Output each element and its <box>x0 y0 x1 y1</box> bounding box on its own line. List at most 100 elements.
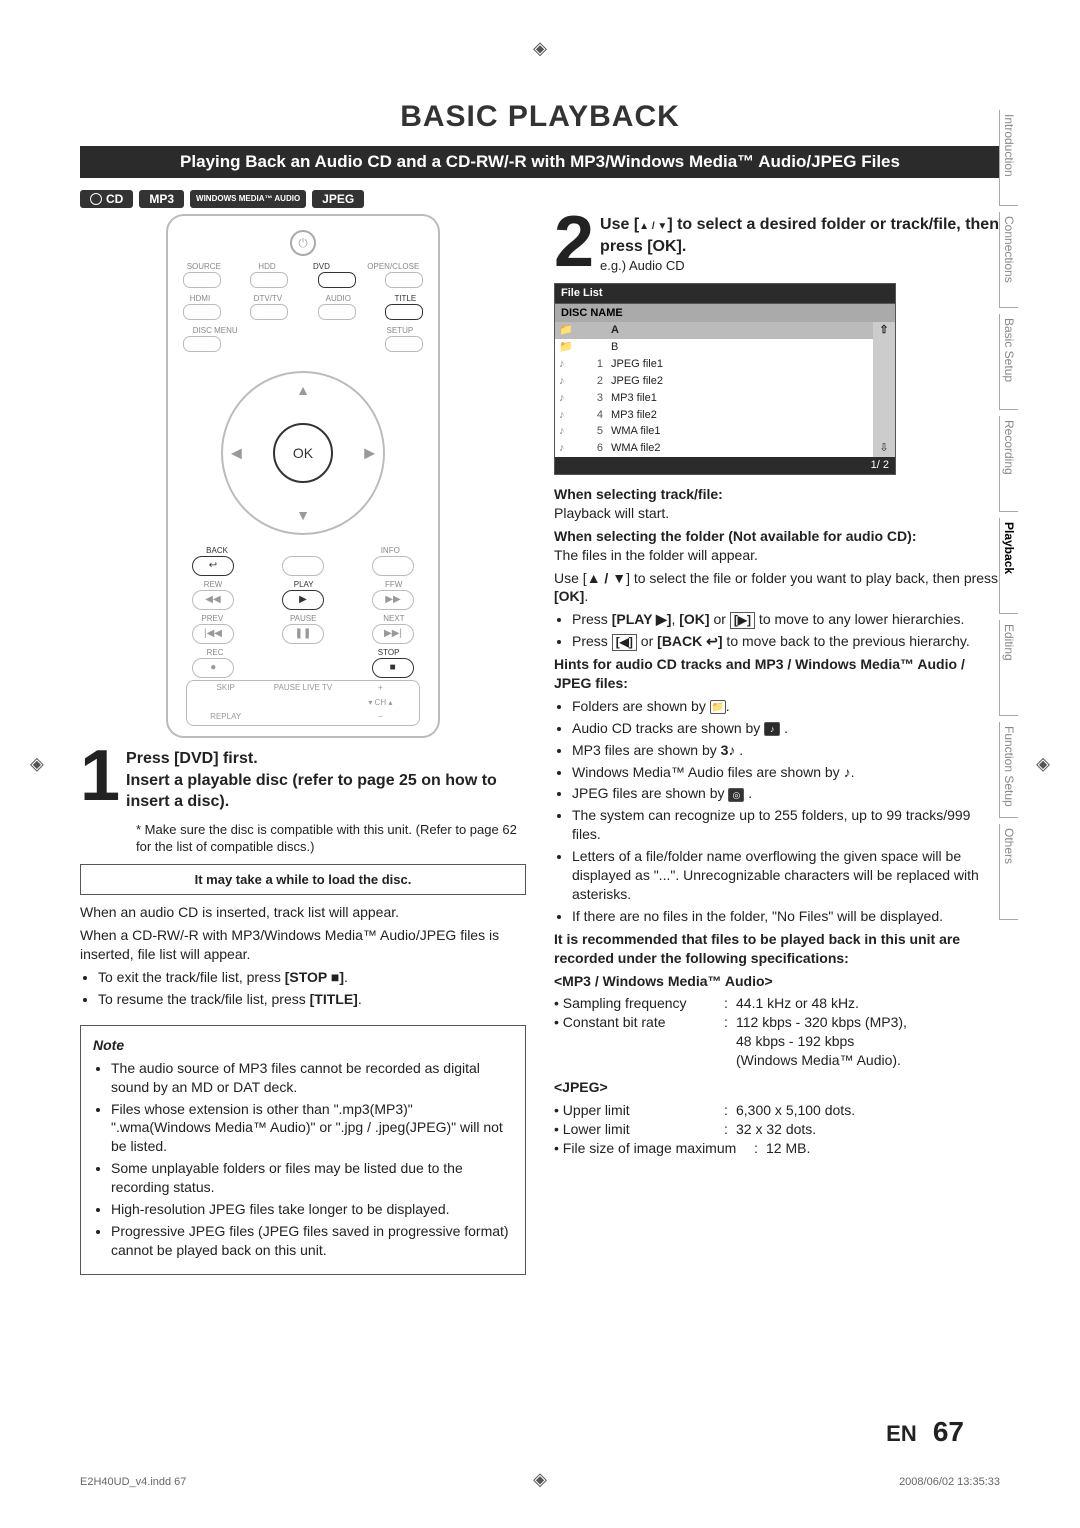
footer-right: 2008/06/02 13:35:33 <box>899 1476 1000 1488</box>
tab-playback: Playback <box>999 518 1018 614</box>
badge-mp3: MP3 <box>139 190 184 208</box>
subhead: It is recommended that files to be playe… <box>554 931 960 966</box>
subhead: Hints for audio CD tracks and MP3 / Wind… <box>554 656 965 691</box>
remote-button <box>372 556 414 576</box>
spec-row: • Sampling frequency: 44.1 kHz or 48 kHz… <box>554 994 1000 1013</box>
footer-left: E2H40UD_v4.indd 67 <box>80 1476 186 1488</box>
note-heading: Note <box>93 1036 513 1055</box>
tab-function-setup: Function Setup <box>999 722 1018 818</box>
remote-button <box>183 272 221 288</box>
remote-diagram: ⏻ SOURCE HDD DVD OPEN/CLOSE HDMI DTV/TV <box>166 214 440 738</box>
list-item: To resume the track/file list, press [TI… <box>98 990 526 1009</box>
remote-rew: ◀◀ <box>192 590 234 610</box>
list-item: Folders are shown by . <box>572 697 1000 716</box>
list-item: JPEG files are shown by . <box>572 784 1000 803</box>
subhead: When selecting track/file: <box>554 486 723 502</box>
remote-bottom-pad: SKIP REPLAY PAUSE LIVE TV + ▾ CH ▴ − <box>186 680 420 726</box>
onscreen-file-list: File List DISC NAME 📁A⇧ 📁B ♪1JPEG file1 … <box>554 283 896 475</box>
remote-label: − <box>378 712 383 723</box>
remote-label: PAUSE LIVE TV <box>274 683 332 694</box>
list-item: Files whose extension is other than ".mp… <box>111 1100 513 1157</box>
scroll-down-icon: ⇩ <box>873 440 895 457</box>
section-banner: Playing Back an Audio CD and a CD-RW/-R … <box>80 146 1000 178</box>
note-box: Note The audio source of MP3 files canno… <box>80 1025 526 1275</box>
list-item: Letters of a file/folder name overflowin… <box>572 847 1000 904</box>
spec-heading: <MP3 / Windows Media™ Audio> <box>554 973 773 989</box>
step-2-heading: Use [▲ / ▼] to select a desired folder o… <box>554 214 1000 257</box>
subhead: When selecting the folder (Not available… <box>554 528 916 544</box>
remote-button <box>250 304 288 320</box>
format-badges: CD MP3 WINDOWS MEDIA™ AUDIO JPEG <box>80 190 1000 208</box>
cd-track-icon <box>764 722 780 736</box>
remote-label: ▾ CH ▴ <box>368 698 392 709</box>
left-column: ⏻ SOURCE HDD DVD OPEN/CLOSE HDMI DTV/TV <box>80 214 526 1275</box>
remote-ffw: ▶▶ <box>372 590 414 610</box>
remote-button <box>250 272 288 288</box>
remote-ok: OK <box>273 423 333 483</box>
list-item: Windows Media™ Audio files are shown by … <box>572 763 1000 782</box>
screen-header: File List <box>555 284 895 303</box>
list-item: Press [◀] or [BACK ↩] to move back to th… <box>572 632 1000 651</box>
right-column: 2 Use [▲ / ▼] to select a desired folder… <box>554 214 1000 1275</box>
list-item: Progressive JPEG files (JPEG files saved… <box>111 1222 513 1260</box>
arrow-up-icon: ▲ <box>296 381 310 400</box>
print-footer: E2H40UD_v4.indd 67 2008/06/02 13:35:33 <box>80 1476 1000 1488</box>
remote-back: ↩ <box>192 556 234 576</box>
tab-others: Others <box>999 824 1018 920</box>
remote-button-dvd <box>318 272 356 288</box>
step-1-line-a: Press [DVD] first. <box>80 748 526 770</box>
remote-stop: ■ <box>372 658 414 678</box>
chapter-title: BASIC PLAYBACK <box>80 100 1000 134</box>
note-list: The audio source of MP3 files cannot be … <box>93 1059 513 1260</box>
remote-pause: ❚❚ <box>282 624 324 644</box>
side-tabs: Introduction Connections Basic Setup Rec… <box>999 110 1018 920</box>
badge-wma: WINDOWS MEDIA™ AUDIO <box>190 190 306 208</box>
body-text: Playback will start. <box>554 505 669 521</box>
remote-button-title <box>385 304 423 320</box>
remote-button <box>385 272 423 288</box>
step-1-number: 1 <box>80 748 120 806</box>
spec-row: • Lower limit: 32 x 32 dots. <box>554 1120 1000 1139</box>
remote-button <box>183 336 221 352</box>
tab-connections: Connections <box>999 212 1018 308</box>
step-1-text: When a CD-RW/-R with MP3/Windows Media™ … <box>80 926 526 964</box>
loading-box: It may take a while to load the disc. <box>80 864 526 896</box>
spec-row: • Constant bit rate: 112 kbps - 320 kbps… <box>554 1013 1000 1070</box>
wma-icon: ♪ <box>844 764 851 780</box>
screen-disc-name: DISC NAME <box>555 303 895 323</box>
remote-prev: |◀◀ <box>192 624 234 644</box>
body-text: The files in the folder will appear. <box>554 547 758 563</box>
remote-play: ▶ <box>282 590 324 610</box>
badge-cd: CD <box>80 190 133 208</box>
power-icon: ⏻ <box>290 230 316 256</box>
remote-button <box>318 304 356 320</box>
list-item: To exit the track/file list, press [STOP… <box>98 968 526 987</box>
list-item: High-resolution JPEG files take longer t… <box>111 1200 513 1219</box>
list-item: Some unplayable folders or files may be … <box>111 1159 513 1197</box>
badge-jpeg: JPEG <box>312 190 364 208</box>
folder-icon <box>710 700 726 714</box>
remote-next: ▶▶| <box>372 624 414 644</box>
spec-row: • Upper limit: 6,300 x 5,100 dots. <box>554 1101 1000 1120</box>
list-item: Audio CD tracks are shown by . <box>572 719 1000 738</box>
remote-button <box>183 304 221 320</box>
body-text: Use [▲ / ▼] to select the file or folder… <box>554 569 1000 607</box>
list-item: If there are no files in the folder, "No… <box>572 907 1000 926</box>
list-item: MP3 files are shown by 3♪ . <box>572 741 1000 760</box>
remote-dpad: OK ▲ ▼ ◀ ▶ <box>221 371 385 535</box>
registration-mark: ◈ <box>30 754 44 775</box>
arrow-down-icon: ▼ <box>296 506 310 525</box>
screen-table: 📁A⇧ 📁B ♪1JPEG file1 ♪2JPEG file2 ♪3MP3 f… <box>555 322 895 457</box>
list-item: The audio source of MP3 files cannot be … <box>111 1059 513 1097</box>
jpeg-icon <box>728 788 744 802</box>
spec-heading: <JPEG> <box>554 1079 608 1095</box>
step-2-number: 2 <box>554 214 594 272</box>
remote-rec: ● <box>192 658 234 678</box>
mp3-icon: 3♪ <box>721 742 736 758</box>
step-2-eg: e.g.) Audio CD <box>554 257 1000 275</box>
tab-editing: Editing <box>999 620 1018 716</box>
remote-label: REPLAY <box>210 712 241 723</box>
list-item: Press [PLAY ▶], [OK] or [▶] to move to a… <box>572 610 1000 629</box>
page-content: BASIC PLAYBACK Playing Back an Audio CD … <box>80 80 1000 1448</box>
arrow-right-icon: ▶ <box>364 444 375 463</box>
